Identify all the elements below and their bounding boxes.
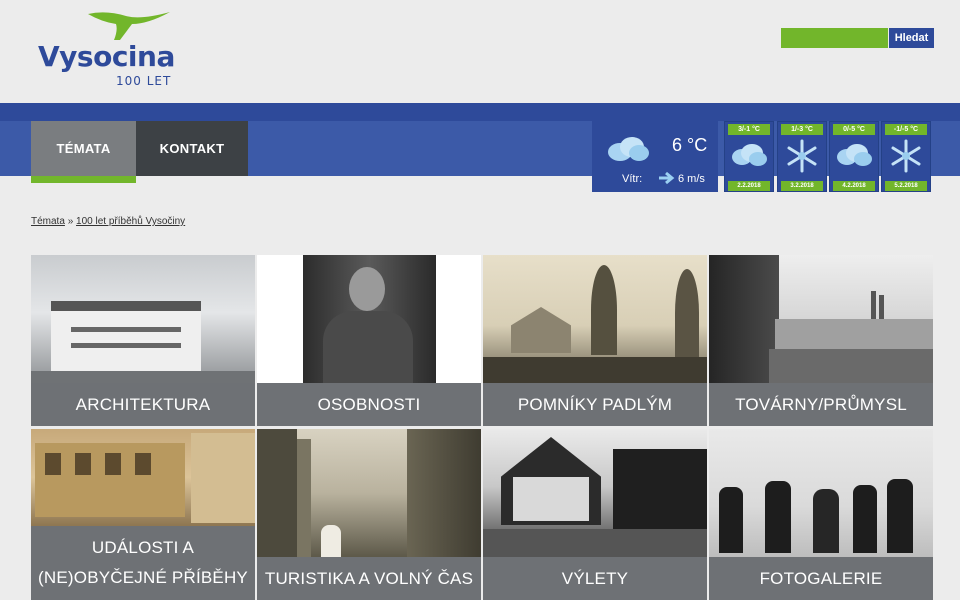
weather-current: 6 °C Vítr: 6 m/s bbox=[592, 121, 718, 192]
forecast-range: 0/-5 °C bbox=[833, 124, 875, 135]
tile-photo bbox=[709, 255, 933, 383]
breadcrumb-separator: » bbox=[67, 216, 74, 227]
tile-label: OSOBNOSTI bbox=[257, 383, 481, 426]
breadcrumb-link-temata[interactable]: Témata bbox=[31, 216, 65, 227]
current-temperature: 6 °C bbox=[672, 135, 708, 155]
tile-turistika[interactable]: TURISTIKA A VOLNÝ ČAS bbox=[257, 429, 481, 600]
wind-label: Vítr: bbox=[622, 173, 643, 185]
forecast-day-2: 1/-3 °C 3.2.2018 bbox=[777, 121, 827, 192]
tile-label: POMNÍKY PADLÝM bbox=[483, 383, 707, 426]
tile-architektura[interactable]: ARCHITEKTURA bbox=[31, 255, 255, 426]
tile-label: VÝLETY bbox=[483, 557, 707, 600]
tile-photo bbox=[483, 429, 707, 557]
logo-wordmark: Vysocina bbox=[38, 40, 175, 73]
tile-fotogalerie[interactable]: FOTOGALERIE bbox=[709, 429, 933, 600]
tile-photo bbox=[31, 429, 255, 526]
snowflake-icon bbox=[787, 139, 817, 173]
tile-label: TURISTIKA A VOLNÝ ČAS bbox=[257, 557, 481, 600]
forecast-date: 5.2.2018 bbox=[885, 181, 927, 191]
tile-label: TOVÁRNY/PRŮMYSL bbox=[709, 383, 933, 426]
header-band-top bbox=[0, 103, 960, 121]
forecast-day-4: -1/-5 °C 5.2.2018 bbox=[881, 121, 931, 192]
swoosh-logo-icon bbox=[88, 12, 170, 40]
wind-arrow-icon bbox=[659, 171, 675, 185]
cloud-icon bbox=[837, 144, 872, 166]
site-logo[interactable]: Vysocina 100 LET bbox=[38, 10, 178, 90]
breadcrumb-link-100-let[interactable]: 100 let příběhů Vysočiny bbox=[76, 216, 185, 227]
tile-udalosti[interactable]: UDÁLOSTI A (NE)OBYČEJNÉ PŘÍBĚHY bbox=[31, 429, 255, 600]
forecast-day-3: 0/-5 °C 4.2.2018 bbox=[829, 121, 879, 192]
forecast-date: 4.2.2018 bbox=[833, 181, 875, 191]
tile-tovarny-prumysl[interactable]: TOVÁRNY/PRŮMYSL bbox=[709, 255, 933, 426]
breadcrumb: Témata » 100 let příběhů Vysočiny bbox=[31, 216, 185, 227]
search-input[interactable] bbox=[781, 28, 888, 48]
tile-vylety[interactable]: VÝLETY bbox=[483, 429, 707, 600]
cloud-icon bbox=[608, 137, 649, 161]
tab-temata[interactable]: TÉMATA bbox=[31, 121, 136, 183]
tile-label: FOTOGALERIE bbox=[709, 557, 933, 600]
tile-label-line1: UDÁLOSTI A bbox=[91, 538, 195, 557]
cloud-icon bbox=[732, 144, 767, 166]
tile-photo bbox=[709, 429, 933, 557]
search-form: Hledat bbox=[781, 28, 934, 48]
tile-photo bbox=[483, 255, 707, 383]
forecast-day-1: 3/-1 °C 2.2.2018 bbox=[724, 121, 774, 192]
forecast-date: 2.2.2018 bbox=[728, 181, 770, 191]
tile-osobnosti[interactable]: OSOBNOSTI bbox=[257, 255, 481, 426]
logo-subtitle: 100 LET bbox=[116, 74, 172, 88]
tile-photo bbox=[257, 255, 481, 383]
forecast-range: 1/-3 °C bbox=[781, 124, 823, 135]
tile-label: ARCHITEKTURA bbox=[31, 383, 255, 426]
tile-label: UDÁLOSTI A (NE)OBYČEJNÉ PŘÍBĚHY bbox=[31, 526, 255, 600]
forecast-date: 3.2.2018 bbox=[781, 181, 823, 191]
tile-photo bbox=[257, 429, 481, 557]
forecast-range: 3/-1 °C bbox=[728, 124, 770, 135]
tab-kontakt[interactable]: KONTAKT bbox=[136, 121, 248, 176]
tile-photo bbox=[31, 255, 255, 383]
search-button[interactable]: Hledat bbox=[889, 28, 934, 48]
forecast-range: -1/-5 °C bbox=[885, 124, 927, 135]
snowflake-icon bbox=[891, 139, 921, 173]
tile-pomniky-padlym[interactable]: POMNÍKY PADLÝM bbox=[483, 255, 707, 426]
wind-value: 6 m/s bbox=[678, 173, 705, 185]
tile-label-line2: (NE)OBYČEJNÉ PŘÍBĚHY bbox=[38, 568, 248, 587]
